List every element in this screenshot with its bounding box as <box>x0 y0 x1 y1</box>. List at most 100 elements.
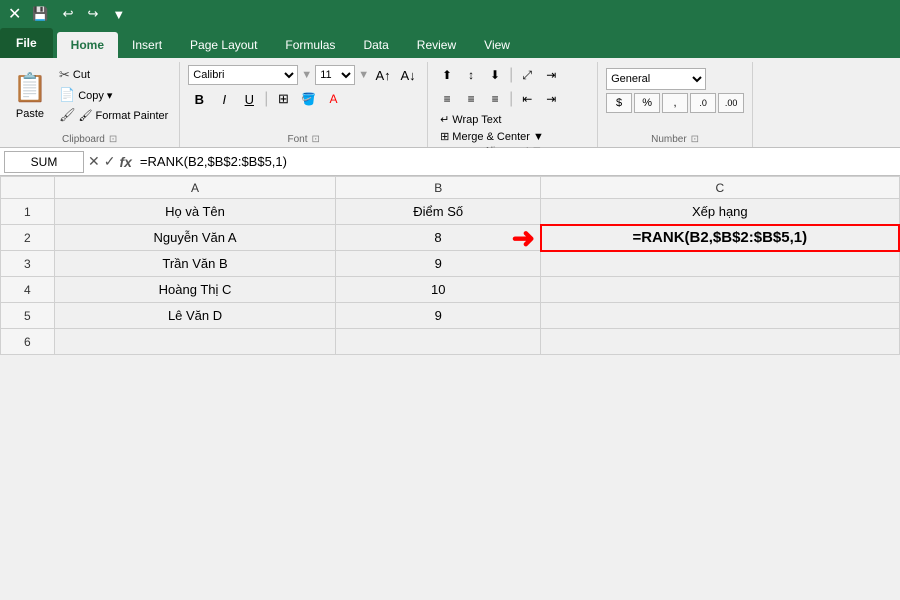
underline-button[interactable]: U <box>238 88 260 110</box>
fill-color-button[interactable]: 🪣 <box>297 88 319 110</box>
merge-center-label: Merge & Center ▼ <box>452 131 544 143</box>
cell-c4[interactable] <box>541 277 899 303</box>
font-size-select[interactable]: 11 <box>315 65 355 85</box>
excel-icon: ✕ <box>8 4 21 24</box>
cell-a4[interactable]: Hoàng Thị C <box>54 277 336 303</box>
font-color-button[interactable]: A <box>322 88 344 110</box>
number-expand-icon[interactable]: ⊡ <box>691 134 699 145</box>
tab-home[interactable]: Home <box>57 32 118 58</box>
tab-insert[interactable]: Insert <box>118 32 176 58</box>
ribbon-body: 📋 Paste ✂ Cut 📄 Copy ▾ 🖌 🖌 Format Painte… <box>0 58 900 148</box>
merge-center-button[interactable]: ⊞ Merge & Center ▼ <box>436 129 548 144</box>
percent-button[interactable]: % <box>634 93 660 113</box>
currency-button[interactable]: $ <box>606 93 632 113</box>
angle-text-button[interactable]: ⤢ <box>516 64 538 86</box>
decrease-font-button[interactable]: A↓ <box>397 64 419 86</box>
align-left-button[interactable]: ≡ <box>436 88 458 110</box>
clipboard-expand-icon[interactable]: ⊡ <box>109 134 117 145</box>
corner-cell <box>1 177 55 199</box>
cell-b4[interactable]: 10 <box>336 277 541 303</box>
cell-b5[interactable]: 9 <box>336 303 541 329</box>
cell-a6[interactable] <box>54 329 336 355</box>
format-painter-label: 🖌 Format Painter <box>79 109 169 122</box>
cell-a3[interactable]: Trần Văn B <box>54 251 336 277</box>
row-header-2: 2 <box>1 225 55 251</box>
paste-icon: 📋 <box>12 66 48 108</box>
font-name-select[interactable]: Calibri <box>188 65 298 85</box>
title-bar: ✕ 💾 ↩ ↪ ▼ <box>0 0 900 28</box>
number-content: General $ % , .0 .00 <box>606 64 744 132</box>
col-header-a[interactable]: A <box>54 177 336 199</box>
cell-b3[interactable]: 9 <box>336 251 541 277</box>
formula-input[interactable] <box>136 151 896 173</box>
increase-indent2-button[interactable]: ⇥ <box>540 88 562 110</box>
tab-formulas[interactable]: Formulas <box>271 32 349 58</box>
copy-button[interactable]: 📄 Copy ▾ <box>56 86 171 104</box>
indent-button[interactable]: ⇥ <box>540 64 562 86</box>
cell-a5[interactable]: Lê Văn D <box>54 303 336 329</box>
formula-confirm-icon[interactable]: ✓ <box>104 153 116 170</box>
formula-fx-icon[interactable]: fx <box>119 154 131 170</box>
number-row: $ % , .0 .00 <box>606 93 744 113</box>
cell-c2[interactable]: ➜ =RANK(B2,$B$2:$B$5,1) <box>541 225 899 251</box>
cell-c5[interactable] <box>541 303 899 329</box>
align-center-button[interactable]: ≡ <box>460 88 482 110</box>
italic-button[interactable]: I <box>213 88 235 110</box>
clipboard-group: 📋 Paste ✂ Cut 📄 Copy ▾ 🖌 🖌 Format Painte… <box>0 62 180 147</box>
cell-a2[interactable]: Nguyễn Văn A <box>54 225 336 251</box>
font-group: Calibri ▼ 11 ▼ A↑ A↓ B I U | ⊞ 🪣 <box>180 62 428 147</box>
table-row: 1 Họ và Tên Điểm Số Xếp hạng <box>1 199 900 225</box>
cell-a1[interactable]: Họ và Tên <box>54 199 336 225</box>
decrease-indent-button[interactable]: ⇤ <box>516 88 538 110</box>
tab-data[interactable]: Data <box>349 32 402 58</box>
font-size-separator2: ▼ <box>358 69 369 81</box>
redo-button[interactable]: ↪ <box>83 4 104 24</box>
wrap-text-label: Wrap Text <box>452 114 501 126</box>
align-middle-button[interactable]: ↕ <box>460 64 482 86</box>
tab-page-layout[interactable]: Page Layout <box>176 32 271 58</box>
wrap-merge-area: ↵ Wrap Text ⊞ Merge & Center ▼ <box>436 112 548 144</box>
font-expand-icon[interactable]: ⊡ <box>312 134 320 145</box>
row-header-5: 5 <box>1 303 55 329</box>
align-top-button[interactable]: ⬆ <box>436 64 458 86</box>
font-divider: | <box>264 90 268 108</box>
copy-label: Copy ▾ <box>78 89 112 102</box>
cell-c3[interactable] <box>541 251 899 277</box>
paste-button[interactable]: 📋 Paste <box>8 64 52 122</box>
tab-review[interactable]: Review <box>403 32 470 58</box>
comma-button[interactable]: , <box>662 93 688 113</box>
col-header-c[interactable]: C <box>541 177 899 199</box>
number-format-select[interactable]: General <box>606 68 706 90</box>
formula-cancel-icon[interactable]: ✕ <box>88 153 100 170</box>
wrap-text-button[interactable]: ↵ Wrap Text <box>436 112 548 127</box>
clipboard-content: 📋 Paste ✂ Cut 📄 Copy ▾ 🖌 🖌 Format Painte… <box>8 64 171 132</box>
format-painter-button[interactable]: 🖌 🖌 Format Painter <box>56 106 171 124</box>
font-label: Font <box>287 132 307 147</box>
name-box[interactable] <box>4 151 84 173</box>
alignment-content: ⬆ ↕ ⬇ | ⤢ ⇥ ≡ ≡ ≡ | ⇤ ⇥ <box>436 64 589 144</box>
cell-c1[interactable]: Xếp hạng <box>541 199 899 225</box>
table-row: 5 Lê Văn D 9 <box>1 303 900 329</box>
align-right-button[interactable]: ≡ <box>484 88 506 110</box>
cut-button[interactable]: ✂ Cut <box>56 66 171 84</box>
cell-b2[interactable]: 8 <box>336 225 541 251</box>
border-button[interactable]: ⊞ <box>272 88 294 110</box>
clipboard-label: Clipboard <box>62 132 105 147</box>
row-header-6: 6 <box>1 329 55 355</box>
wrap-text-icon: ↵ <box>440 113 449 126</box>
increase-font-button[interactable]: A↑ <box>372 64 394 86</box>
tab-file[interactable]: File <box>0 28 53 58</box>
decimal-increase-button[interactable]: .0 <box>690 93 716 113</box>
undo-button[interactable]: ↩ <box>58 4 79 24</box>
bold-button[interactable]: B <box>188 88 210 110</box>
decimal-decrease-button[interactable]: .00 <box>718 93 744 113</box>
cell-b1[interactable]: Điểm Số <box>336 199 541 225</box>
cell-b6[interactable] <box>336 329 541 355</box>
cell-c6[interactable] <box>541 329 899 355</box>
col-header-b[interactable]: B <box>336 177 541 199</box>
tab-view[interactable]: View <box>470 32 524 58</box>
save-button[interactable]: 💾 <box>27 4 53 24</box>
paste-label: Paste <box>16 108 44 120</box>
align-bottom-button[interactable]: ⬇ <box>484 64 506 86</box>
customize-button[interactable]: ▼ <box>107 5 130 24</box>
